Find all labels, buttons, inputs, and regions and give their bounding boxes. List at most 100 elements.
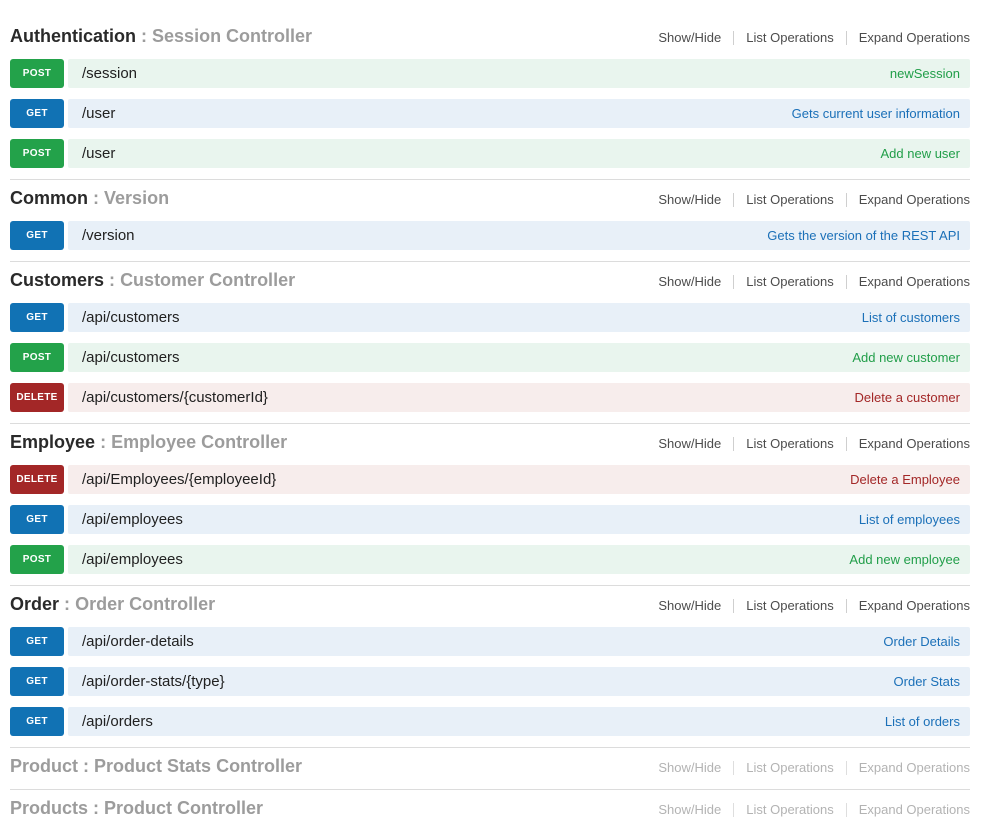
resource-name-link[interactable]: Products [10,798,88,818]
api-resource: Common : Version Show/Hide List Operatio… [10,179,970,250]
endpoint-row: GET /api/order-stats/{type} Order Stats [10,667,970,696]
list-operations-link[interactable]: List Operations [746,760,833,775]
endpoint-description-link[interactable]: List of customers [862,310,960,325]
expand-operations-link[interactable]: Expand Operations [859,802,970,817]
list-operations-link[interactable]: List Operations [746,192,833,207]
resource-name-link[interactable]: Authentication [10,26,136,46]
option-show-hide: Show/Hide [658,760,721,775]
resource-controller-link[interactable]: Product Stats Controller [94,756,302,776]
option-expand-operations: Expand Operations [834,274,970,289]
endpoint-path-link[interactable]: /api/order-details [82,633,194,650]
endpoint-description-link[interactable]: Order Details [883,634,960,649]
resource-header: Order : Order Controller Show/Hide List … [10,594,970,615]
method-badge[interactable]: POST [10,139,64,168]
method-badge[interactable]: GET [10,707,64,736]
resource-options: Show/Hide List Operations Expand Operati… [658,274,970,289]
resource-title: Common : Version [10,188,169,209]
endpoint-description-link[interactable]: Delete a Employee [850,472,960,487]
endpoint-path-link[interactable]: /api/order-stats/{type} [82,673,225,690]
endpoint-description-link[interactable]: Add new employee [849,552,960,567]
expand-operations-link[interactable]: Expand Operations [859,274,970,289]
option-show-hide: Show/Hide [658,802,721,817]
expand-operations-link[interactable]: Expand Operations [859,30,970,45]
resource-header: Employee : Employee Controller Show/Hide… [10,432,970,453]
endpoint-path-link[interactable]: /api/employees [82,511,183,528]
option-list-operations: List Operations [721,274,833,289]
resource-controller-link[interactable]: Session Controller [152,26,312,46]
show-hide-link[interactable]: Show/Hide [658,30,721,45]
resource-controller-link[interactable]: Version [104,188,169,208]
method-badge[interactable]: GET [10,505,64,534]
option-list-operations: List Operations [721,192,833,207]
endpoint-path-link[interactable]: /api/customers/{customerId} [82,389,268,406]
endpoint-path-link[interactable]: /user [82,145,115,162]
list-operations-link[interactable]: List Operations [746,30,833,45]
endpoint-path-link[interactable]: /api/employees [82,551,183,568]
resource-controller-link[interactable]: Employee Controller [111,432,287,452]
resource-name-link[interactable]: Customers [10,270,104,290]
method-badge[interactable]: DELETE [10,465,64,494]
resource-controller-link[interactable]: Product Controller [104,798,263,818]
endpoint-description-link[interactable]: Add new user [881,146,961,161]
show-hide-link[interactable]: Show/Hide [658,274,721,289]
method-badge[interactable]: POST [10,545,64,574]
resource-name-link[interactable]: Common [10,188,88,208]
method-badge[interactable]: GET [10,99,64,128]
title-separator: : [83,756,89,776]
endpoint-description-link[interactable]: Gets current user information [792,106,960,121]
endpoint-description-link[interactable]: newSession [890,66,960,81]
api-resource: Authentication : Session Controller Show… [10,26,970,168]
resource-controller-link[interactable]: Customer Controller [120,270,295,290]
show-hide-link[interactable]: Show/Hide [658,802,721,817]
method-badge[interactable]: POST [10,59,64,88]
method-badge[interactable]: DELETE [10,383,64,412]
endpoint-path-link[interactable]: /version [82,227,135,244]
option-list-operations: List Operations [721,760,833,775]
endpoint-description-link[interactable]: Delete a customer [855,390,961,405]
show-hide-link[interactable]: Show/Hide [658,760,721,775]
endpoint-path-link[interactable]: /api/customers [82,309,180,326]
endpoint-row: GET /api/order-details Order Details [10,627,970,656]
resource-name-link[interactable]: Product [10,756,78,776]
resource-title: Products : Product Controller [10,798,263,819]
endpoint-row: GET /user Gets current user information [10,99,970,128]
option-expand-operations: Expand Operations [834,760,970,775]
resource-options: Show/Hide List Operations Expand Operati… [658,436,970,451]
resource-header: Common : Version Show/Hide List Operatio… [10,188,970,209]
endpoint-description-link[interactable]: Gets the version of the REST API [767,228,960,243]
show-hide-link[interactable]: Show/Hide [658,436,721,451]
endpoint-description-link[interactable]: Add new customer [852,350,960,365]
endpoint-bar: /user Gets current user information [68,99,970,128]
method-badge[interactable]: GET [10,667,64,696]
resource-name-link[interactable]: Employee [10,432,95,452]
expand-operations-link[interactable]: Expand Operations [859,192,970,207]
show-hide-link[interactable]: Show/Hide [658,598,721,613]
list-operations-link[interactable]: List Operations [746,802,833,817]
resource-name-link[interactable]: Order [10,594,59,614]
list-operations-link[interactable]: List Operations [746,274,833,289]
method-badge[interactable]: GET [10,627,64,656]
expand-operations-link[interactable]: Expand Operations [859,760,970,775]
resource-controller-link[interactable]: Order Controller [75,594,215,614]
option-list-operations: List Operations [721,598,833,613]
list-operations-link[interactable]: List Operations [746,436,833,451]
show-hide-link[interactable]: Show/Hide [658,192,721,207]
title-separator: : [109,270,115,290]
method-badge[interactable]: GET [10,221,64,250]
expand-operations-link[interactable]: Expand Operations [859,598,970,613]
endpoint-path-link[interactable]: /api/orders [82,713,153,730]
list-operations-link[interactable]: List Operations [746,598,833,613]
endpoint-path-link[interactable]: /api/customers [82,349,180,366]
method-badge[interactable]: GET [10,303,64,332]
endpoint-description-link[interactable]: List of employees [859,512,960,527]
endpoint-path-link[interactable]: /api/Employees/{employeeId} [82,471,276,488]
expand-operations-link[interactable]: Expand Operations [859,436,970,451]
endpoint-path-link[interactable]: /user [82,105,115,122]
endpoint-description-link[interactable]: List of orders [885,714,960,729]
option-list-operations: List Operations [721,802,833,817]
method-badge[interactable]: POST [10,343,64,372]
endpoint-description-link[interactable]: Order Stats [894,674,960,689]
endpoint-path-link[interactable]: /session [82,65,137,82]
resource-options: Show/Hide List Operations Expand Operati… [658,802,970,817]
resource-header: Product : Product Stats Controller Show/… [10,756,970,777]
